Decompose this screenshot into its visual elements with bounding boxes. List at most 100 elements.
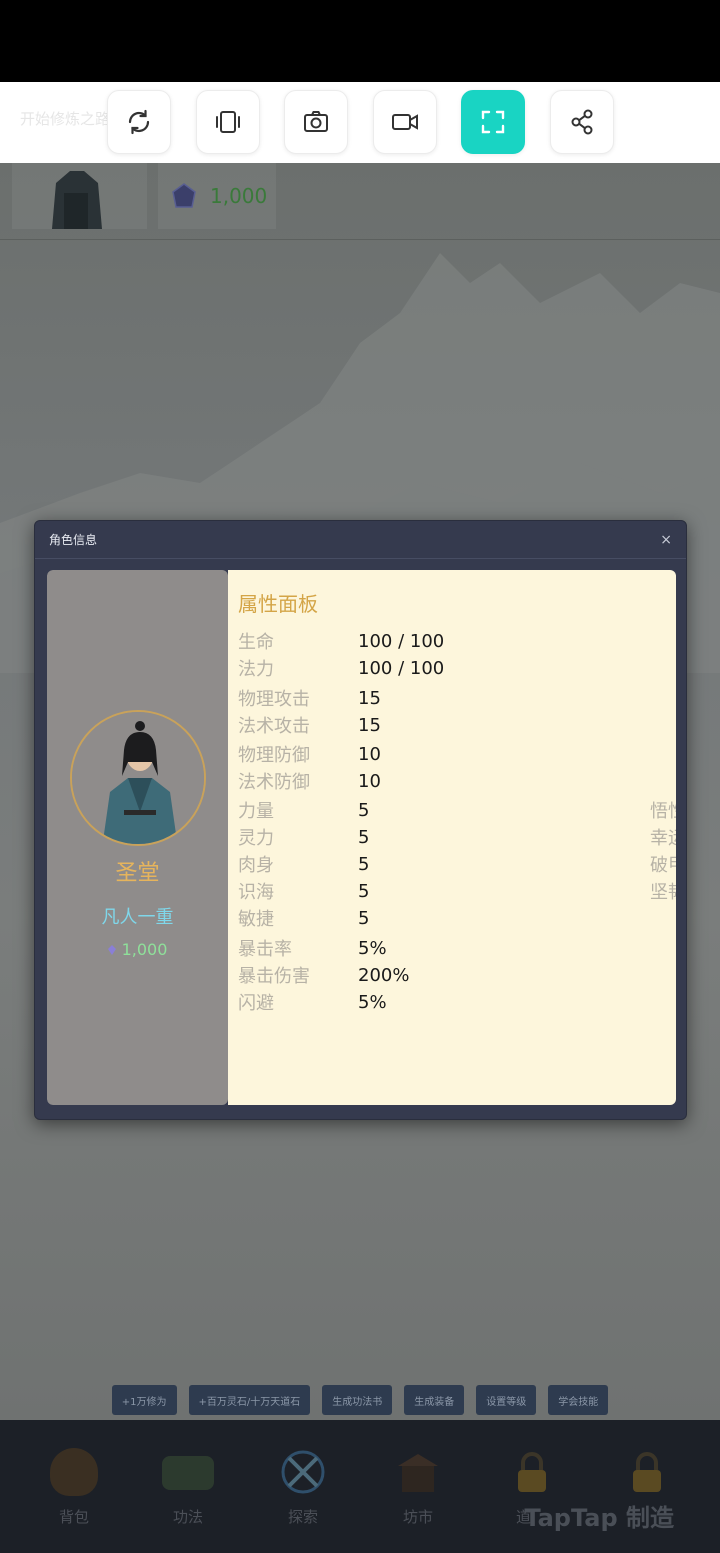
modal-title: 角色信息	[49, 533, 98, 547]
stat-row: 敏捷 5	[238, 906, 370, 931]
debug-button-row: +1万修为 +百万灵石/十万天道石 生成功法书 生成装备 设置等级 学会技能	[0, 1385, 720, 1415]
stat-label: 灵力	[238, 828, 274, 849]
bag-icon	[50, 1448, 98, 1496]
spirit-stone-icon	[172, 183, 196, 208]
record-button[interactable]	[373, 90, 437, 154]
refresh-button[interactable]	[107, 90, 171, 154]
stat-value: 5	[358, 880, 370, 902]
character-silhouette-icon	[52, 171, 102, 229]
stat-label: 坚韧	[650, 882, 676, 903]
spirit-stone-value: 1,000	[210, 184, 268, 208]
stat-row: 灵力 5	[238, 825, 370, 850]
character-info-modal: 角色信息 × 圣堂 凡人一重 1,000 属性面板 生命 100 / 100 法…	[34, 520, 687, 1120]
stat-value: 15	[358, 714, 381, 736]
refresh-icon	[128, 109, 150, 135]
modal-body: 圣堂 凡人一重 1,000 属性面板 生命 100 / 100 法力 100 / 1…	[47, 570, 676, 1105]
stat-label: 暴击伤害	[238, 966, 310, 987]
nav-item-bag[interactable]: 背包	[24, 1448, 124, 1527]
stat-row: 法力 100 / 100	[238, 656, 445, 681]
add-cultivation-button[interactable]: +1万修为	[111, 1385, 177, 1415]
scroll-icon	[162, 1456, 214, 1490]
nav-label: 坊市	[402, 1508, 433, 1526]
screenshot-button[interactable]	[284, 90, 348, 154]
stat-row: 法术防御 10	[238, 769, 381, 794]
stat-label: 肉身	[238, 855, 274, 876]
stat-label: 暴击率	[238, 939, 292, 960]
stat-value: 5%	[358, 991, 387, 1013]
nav-label: 功法	[172, 1508, 203, 1526]
stat-label: 力量	[238, 801, 274, 822]
stat-label: 物理攻击	[238, 689, 310, 710]
stat-row: 暴击率 5%	[238, 936, 387, 961]
stat-row: 识海 5	[238, 879, 370, 904]
stat-row: 物理攻击 15	[238, 686, 381, 711]
modal-header: 角色信息 ×	[35, 521, 686, 559]
spirit-stone-value: 1,000	[121, 940, 168, 959]
stat-label: 生命	[238, 632, 274, 653]
stat-label: 物理防御	[238, 745, 310, 766]
stat-label: 法术攻击	[238, 716, 310, 737]
stat-row: 力量 5	[238, 798, 370, 823]
stat-value: 5%	[358, 937, 387, 959]
stat-value: 5	[358, 799, 370, 821]
stat-label: 破甲	[650, 855, 676, 876]
nav-label: 背包	[58, 1508, 89, 1526]
spirit-stone-icon	[107, 944, 116, 955]
stat-value: 5	[358, 907, 370, 929]
character-avatar-icon	[72, 712, 204, 844]
stat-row: 法术攻击 15	[238, 713, 381, 738]
stat-label: 幸运	[650, 828, 676, 849]
stat-label: 法力	[238, 659, 274, 680]
stat-value: 15	[358, 687, 381, 709]
stat-value: 10	[358, 770, 381, 792]
rotate-device-icon	[216, 111, 240, 133]
set-level-button[interactable]: 设置等级	[476, 1385, 537, 1415]
generate-technique-button[interactable]: 生成功法书	[322, 1385, 393, 1415]
secondary-stats-column: 悟性 幸运 破甲 坚韧	[650, 798, 676, 906]
stat-value: 5	[358, 826, 370, 848]
stat-value: 100 / 100	[358, 630, 445, 652]
stat-label: 闪避	[238, 993, 274, 1014]
fullscreen-button[interactable]	[461, 90, 525, 154]
header-divider	[0, 239, 720, 240]
stat-row: 肉身 5	[238, 852, 370, 877]
stat-value: 10	[358, 743, 381, 765]
stat-row: 闪避 5%	[238, 990, 387, 1015]
close-icon[interactable]: ×	[660, 532, 672, 548]
attribute-panel: 属性面板 生命 100 / 100 法力 100 / 100 物理攻击 15 法术攻击…	[228, 570, 676, 1105]
add-stones-button[interactable]: +百万灵石/十万天道石	[188, 1385, 311, 1415]
stat-label: 悟性	[650, 801, 676, 822]
nav-item-explore[interactable]: 探索	[253, 1448, 353, 1527]
bottom-nav: 背包 功法 探索 坊市 道 TapTap 制造	[0, 1420, 720, 1553]
rotate-button[interactable]	[196, 90, 260, 154]
stat-value: 100 / 100	[358, 657, 445, 679]
character-card: 圣堂 凡人一重 1,000	[47, 570, 228, 1105]
stat-value: 5	[358, 853, 370, 875]
stat-label: 识海	[238, 882, 274, 903]
status-bar	[0, 0, 720, 82]
market-icon	[398, 1454, 438, 1492]
video-icon	[392, 114, 418, 130]
nav-item-techniques[interactable]: 功法	[138, 1448, 238, 1527]
spirit-stone-counter: 1,000	[158, 163, 276, 229]
avatar	[70, 710, 206, 846]
share-icon	[571, 109, 593, 135]
camera-icon	[304, 111, 328, 132]
nav-item-locked-2[interactable]	[597, 1448, 697, 1496]
fullscreen-icon	[481, 110, 505, 134]
stat-label: 法术防御	[238, 772, 310, 793]
lock-icon	[633, 1452, 661, 1492]
nav-label: 探索	[287, 1508, 318, 1526]
stat-label: 敏捷	[238, 909, 274, 930]
crossed-swords-icon	[281, 1450, 325, 1494]
stat-row: 生命 100 / 100	[238, 629, 445, 654]
learn-skills-button[interactable]: 学会技能	[548, 1385, 609, 1415]
share-button[interactable]	[550, 90, 614, 154]
nav-item-market[interactable]: 坊市	[368, 1448, 468, 1527]
character-name: 圣堂	[115, 861, 160, 886]
player-portrait-thumb[interactable]	[12, 163, 147, 229]
taptap-watermark: TapTap 制造	[524, 1504, 674, 1532]
character-spirit-stone: 1,000	[47, 940, 228, 959]
attribute-panel-title: 属性面板	[238, 592, 318, 616]
generate-equipment-button[interactable]: 生成装备	[404, 1385, 465, 1415]
